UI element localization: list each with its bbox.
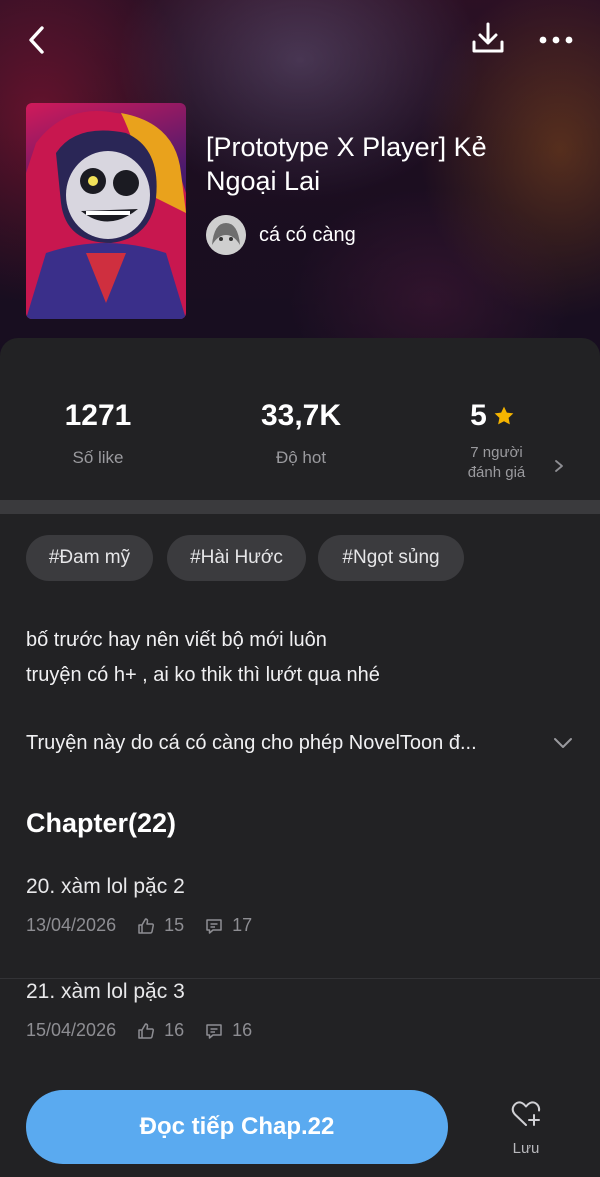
heart-plus-icon [511, 1101, 541, 1126]
author-name[interactable]: cá có càng [259, 224, 356, 247]
chevron-right-icon[interactable] [552, 456, 566, 476]
tag-hai-huoc[interactable]: #Hài Hước [167, 535, 306, 581]
description-line-2: truyện có h+ , ai ko thik thì lướt qua n… [26, 664, 380, 686]
save-button[interactable]: Lưu [496, 1096, 556, 1166]
section-divider [0, 500, 600, 514]
avatar-illustration [206, 215, 246, 255]
rating-count-label: 7 người đánh giá [428, 443, 565, 483]
stat-likes: 1271 Số like [38, 396, 158, 468]
back-button[interactable] [18, 20, 58, 60]
top-bar [0, 0, 600, 80]
comment-icon [206, 918, 222, 934]
stat-hot: 33,7K Độ hot [240, 396, 362, 468]
download-icon [472, 22, 504, 53]
chapter-likes: 16 [164, 1020, 185, 1040]
chapter-title[interactable]: 21. xàm lol pặc 3 [26, 980, 185, 1004]
stats-row: 1271 Số like 33,7K Độ hot 5 7 người đánh… [0, 338, 600, 498]
permission-text[interactable]: Truyện này do cá có càng cho phép NovelT… [26, 728, 556, 758]
likes-value: 1271 [64, 399, 132, 432]
chevron-down-icon[interactable] [552, 734, 574, 752]
book-cover [26, 103, 186, 319]
chapter-item[interactable]: 21. xàm lol pặc 3 15/04/2026 16 16 [0, 980, 600, 1084]
chapter-likes: 15 [164, 915, 185, 935]
save-label: Lưu [512, 1140, 540, 1157]
chapter-date: 13/04/2026 [26, 915, 117, 935]
rating-row: 5 [420, 396, 565, 436]
chapters-heading[interactable]: Chapter(22) [26, 808, 176, 839]
rating-label-line2: đánh giá [467, 464, 526, 481]
likes-label: Số like [72, 448, 124, 467]
star-icon [494, 406, 514, 425]
continue-reading-button[interactable]: Đọc tiếp Chap.22 [26, 1090, 448, 1164]
cover-illustration [26, 111, 186, 319]
bottom-action-bar: Đọc tiếp Chap.22 Lưu [0, 1072, 600, 1177]
hot-value: 33,7K [260, 399, 342, 432]
author-row[interactable]: cá có càng [206, 215, 356, 255]
thumbs-up-icon [138, 1022, 155, 1039]
stat-rating[interactable]: 5 7 người đánh giá [440, 396, 565, 483]
chapter-meta: 13/04/2026 15 17 [26, 915, 252, 936]
description-line-1: bố trước hay nên viết bộ mới luôn [26, 629, 327, 651]
comment-icon [206, 1023, 222, 1039]
chapter-comments: 17 [232, 915, 253, 935]
thumbs-up-icon [138, 917, 155, 934]
chapter-divider [0, 978, 600, 979]
chapter-date: 15/04/2026 [26, 1020, 117, 1040]
chapter-comments: 16 [232, 1020, 253, 1040]
hot-label: Độ hot [275, 448, 327, 467]
chevron-left-icon [29, 26, 44, 54]
tag-dam-my[interactable]: #Đam mỹ [26, 535, 153, 581]
rating-value: 5 [470, 399, 487, 432]
more-dots-icon [539, 36, 573, 44]
book-title: [Prototype X Player] Kẻ Ngoại Lai [206, 132, 487, 196]
rating-label-line1: 7 người [470, 444, 523, 461]
chapter-title[interactable]: 20. xàm lol pặc 2 [26, 875, 185, 899]
more-options-button[interactable] [534, 20, 578, 60]
chapter-item[interactable]: 20. xàm lol pặc 2 13/04/2026 15 17 [0, 875, 600, 979]
details-sheet: 1271 Số like 33,7K Độ hot 5 7 người đánh… [0, 338, 600, 1177]
avatar[interactable] [206, 215, 246, 255]
tag-ngot-sung[interactable]: #Ngọt sủng [318, 535, 464, 581]
download-button[interactable] [468, 18, 508, 58]
description: bố trước hay nên viết bộ mới luôn truyện… [26, 623, 380, 693]
chapter-meta: 15/04/2026 16 16 [26, 1020, 252, 1041]
